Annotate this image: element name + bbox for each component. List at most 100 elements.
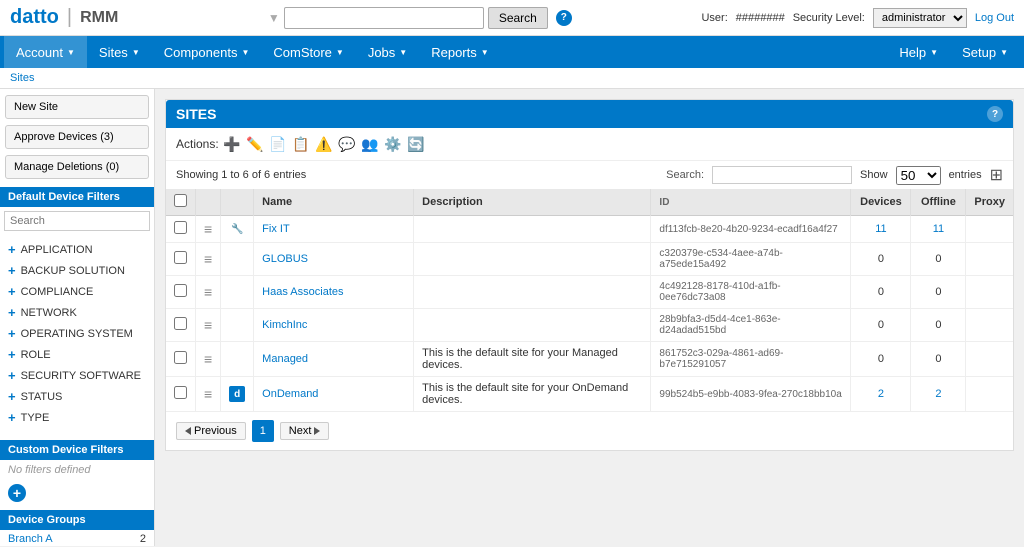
- row-devices-cell: 0: [851, 309, 911, 342]
- next-page-button[interactable]: Next: [280, 422, 330, 440]
- table-search-input[interactable]: [712, 166, 852, 184]
- row-menu-icon[interactable]: ≡: [204, 386, 212, 402]
- row-menu-icon[interactable]: ≡: [204, 251, 212, 267]
- sites-help-icon[interactable]: ?: [987, 106, 1003, 122]
- default-device-filters-section: Default Device Filters +APPLICATION +BAC…: [0, 187, 154, 432]
- filter-backup-solution[interactable]: +BACKUP SOLUTION: [0, 260, 154, 281]
- search-button[interactable]: Search: [488, 7, 548, 29]
- row-checkbox[interactable]: [174, 351, 187, 364]
- manage-deletions-button[interactable]: Manage Deletions (0): [5, 155, 149, 179]
- row-checkbox[interactable]: [174, 386, 187, 399]
- th-id: ID: [651, 189, 851, 216]
- nav-components[interactable]: Components ▼: [152, 36, 262, 68]
- filter-type[interactable]: +TYPE: [0, 407, 154, 428]
- site-name-link[interactable]: Managed: [262, 353, 308, 365]
- grid-view-icon[interactable]: ⊞: [990, 165, 1003, 185]
- row-name-cell: Haas Associates: [254, 276, 414, 309]
- row-menu-icon[interactable]: ≡: [204, 221, 212, 237]
- security-label: Security Level:: [793, 12, 865, 24]
- row-offline-cell: 0: [911, 309, 966, 342]
- offline-count-link[interactable]: 11: [933, 223, 944, 235]
- row-proxy-cell: [966, 216, 1013, 243]
- action-icon-6[interactable]: 💬: [337, 134, 357, 154]
- devices-count-link[interactable]: 11: [875, 223, 886, 235]
- action-icon-3[interactable]: 📄: [268, 134, 288, 154]
- show-label: Show: [860, 169, 888, 181]
- top-header: datto | RMM ▼ Search ? User: ######## Se…: [0, 0, 1024, 36]
- row-description-cell: This is the default site for your Manage…: [414, 342, 651, 377]
- filter-operating-system[interactable]: +OPERATING SYSTEM: [0, 323, 154, 344]
- filter-network[interactable]: +NETWORK: [0, 302, 154, 323]
- prev-page-button[interactable]: Previous: [176, 422, 246, 440]
- sites-panel-header: SITES ?: [166, 100, 1013, 128]
- filter-os-plus: +: [8, 326, 16, 341]
- nav-sites[interactable]: Sites ▼: [87, 36, 152, 68]
- site-name-link[interactable]: Fix IT: [262, 223, 290, 235]
- nav-account[interactable]: Account ▼: [4, 36, 87, 68]
- offline-count-link[interactable]: 2: [935, 388, 941, 400]
- action-icon-4[interactable]: 📋: [291, 134, 311, 154]
- th-checkbox: [166, 189, 196, 216]
- current-page[interactable]: 1: [252, 420, 274, 442]
- table-row: ≡ Haas Associates 4c492128-8178-410d-a1f…: [166, 276, 1013, 309]
- nav-reports[interactable]: Reports ▼: [419, 36, 500, 68]
- breadcrumb[interactable]: Sites: [0, 68, 1024, 89]
- nav-help[interactable]: Help ▼: [887, 36, 950, 68]
- table-row: ≡ KimchInc 28b9bfa3-d5d4-4ce1-863e-d24ad…: [166, 309, 1013, 342]
- row-id-cell: 28b9bfa3-d5d4-4ce1-863e-d24adad515bd: [651, 309, 851, 342]
- row-menu-icon[interactable]: ≡: [204, 317, 212, 333]
- filter-security-software[interactable]: +SECURITY SOFTWARE: [0, 365, 154, 386]
- devices-count-link[interactable]: 2: [878, 388, 884, 400]
- search-help-icon[interactable]: ?: [556, 10, 572, 26]
- approve-devices-button[interactable]: Approve Devices (3): [5, 125, 149, 149]
- filter-backup-plus: +: [8, 263, 16, 278]
- site-name-link[interactable]: Haas Associates: [262, 286, 343, 298]
- device-group-branch-a[interactable]: Branch A 2: [0, 530, 154, 546]
- search-input[interactable]: [284, 7, 484, 29]
- row-devices-cell: 0: [851, 342, 911, 377]
- action-icon-5[interactable]: ⚠️: [314, 134, 334, 154]
- security-level-select[interactable]: administrator: [873, 8, 967, 28]
- site-icon-d: d: [229, 386, 245, 402]
- filter-role-plus: +: [8, 347, 16, 362]
- row-menu-icon[interactable]: ≡: [204, 284, 212, 300]
- row-checkbox[interactable]: [174, 284, 187, 297]
- filter-application[interactable]: +APPLICATION: [0, 239, 154, 260]
- custom-filters-header: Custom Device Filters: [0, 440, 154, 460]
- th-name[interactable]: Name: [254, 189, 414, 216]
- search-area: ▼ Search ?: [138, 7, 701, 29]
- row-checkbox[interactable]: [174, 221, 187, 234]
- action-icon-1[interactable]: ➕: [222, 134, 242, 154]
- nav-jobs[interactable]: Jobs ▼: [356, 36, 419, 68]
- action-icon-7[interactable]: 👥: [360, 134, 380, 154]
- site-name-link[interactable]: GLOBUS: [262, 253, 308, 265]
- action-icon-9[interactable]: 🔄: [406, 134, 426, 154]
- select-all-checkbox[interactable]: [174, 194, 187, 207]
- logout-link[interactable]: Log Out: [975, 12, 1014, 24]
- action-icon-2[interactable]: ✏️: [245, 134, 265, 154]
- add-custom-filter-button[interactable]: +: [8, 484, 26, 502]
- action-icon-8[interactable]: ⚙️: [383, 134, 403, 154]
- search-dropdown-icon[interactable]: ▼: [268, 11, 280, 25]
- custom-device-filters-section: Custom Device Filters No filters defined…: [0, 440, 154, 502]
- row-menu-cell: ≡: [196, 342, 221, 377]
- filters-search-input[interactable]: [4, 211, 150, 231]
- filter-role[interactable]: +ROLE: [0, 344, 154, 365]
- nav-setup[interactable]: Setup ▼: [950, 36, 1020, 68]
- row-checkbox[interactable]: [174, 317, 187, 330]
- nav-sites-caret: ▼: [132, 48, 140, 57]
- filter-network-plus: +: [8, 305, 16, 320]
- sites-panel: SITES ? Actions: ➕ ✏️ 📄 📋 ⚠️ 💬 👥 ⚙️ 🔄 Sh…: [165, 99, 1014, 451]
- nav-right: Help ▼ Setup ▼: [887, 36, 1020, 68]
- site-name-link[interactable]: OnDemand: [262, 388, 318, 400]
- show-entries-select[interactable]: 50 25 100: [896, 166, 941, 185]
- new-site-button[interactable]: New Site: [5, 95, 149, 119]
- nav-comstore[interactable]: ComStore ▼: [261, 36, 355, 68]
- th-description: Description: [414, 189, 651, 216]
- filter-compliance[interactable]: +COMPLIANCE: [0, 281, 154, 302]
- filter-status[interactable]: +STATUS: [0, 386, 154, 407]
- row-checkbox[interactable]: [174, 251, 187, 264]
- row-menu-icon[interactable]: ≡: [204, 351, 212, 367]
- site-name-link[interactable]: KimchInc: [262, 319, 307, 331]
- row-checkbox-cell: [166, 276, 196, 309]
